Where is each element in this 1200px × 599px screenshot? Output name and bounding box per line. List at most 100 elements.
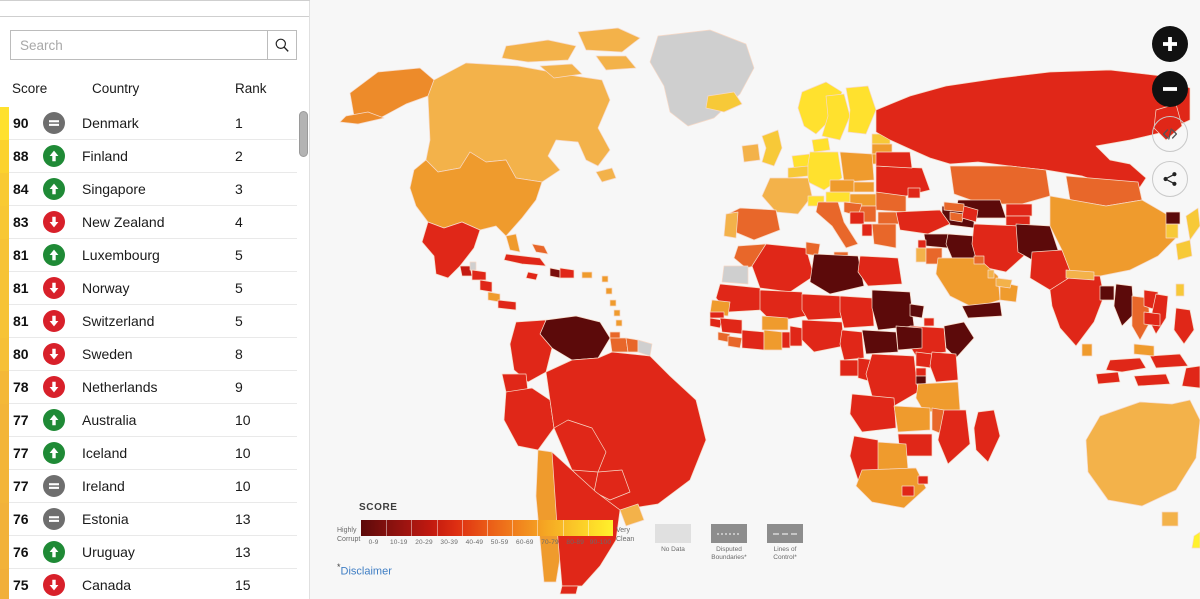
table-row[interactable]: 75 Canada 15 xyxy=(0,569,297,599)
table-row[interactable]: 81 Luxembourg 5 xyxy=(0,239,297,272)
legend-symbol-disputed: Disputed Boundaries* xyxy=(707,520,751,562)
country-western-sahara xyxy=(721,265,749,285)
cell-rank: 2 xyxy=(235,148,243,164)
country-egypt xyxy=(857,255,903,287)
cell-country: Australia xyxy=(82,412,137,428)
cell-country: New Zealand xyxy=(82,214,165,230)
cell-score: 77 xyxy=(13,412,29,428)
cell-score: 77 xyxy=(13,478,29,494)
score-color-bar xyxy=(0,569,9,599)
country-greece xyxy=(871,223,897,249)
legend-tick-label: 0-9 xyxy=(368,539,379,546)
table-row[interactable]: 81 Norway 5 xyxy=(0,272,297,305)
share-button[interactable] xyxy=(1152,161,1188,197)
trend-same-icon xyxy=(43,508,65,530)
cell-rank: 13 xyxy=(235,511,251,527)
legend-tick-label: 10-19 xyxy=(389,539,408,546)
world-choropleth-map[interactable] xyxy=(310,0,1200,599)
table-row[interactable]: 77 Ireland 10 xyxy=(0,470,297,503)
zoom-in-button[interactable] xyxy=(1152,26,1188,62)
country-eritrea xyxy=(909,303,925,319)
trend-down-icon xyxy=(43,310,65,332)
country-honduras xyxy=(471,269,487,281)
trend-up-icon xyxy=(43,244,65,266)
legend-color-bar xyxy=(361,520,613,536)
country-puerto-rico xyxy=(581,271,593,279)
legend-symbol-label: Lines of Control* xyxy=(773,546,797,561)
country-kyrgyzstan xyxy=(1005,203,1033,217)
cell-country: Uruguay xyxy=(82,544,135,560)
country-belarus xyxy=(875,151,913,169)
country-qatar xyxy=(987,269,995,279)
country-burkina-faso xyxy=(761,315,789,331)
table-row[interactable]: 84 Singapore 3 xyxy=(0,173,297,206)
list-scrollbar[interactable] xyxy=(299,107,308,599)
legend-swatch-nodata xyxy=(655,524,691,543)
country-suriname xyxy=(625,337,639,353)
cell-score: 76 xyxy=(13,544,29,560)
country-albania xyxy=(861,223,873,237)
cell-rank: 10 xyxy=(235,478,251,494)
cell-rank: 1 xyxy=(235,115,243,131)
trend-same-icon xyxy=(43,475,65,497)
legend-tick-labels: 0-9 10-19 20-29 30-39 40-49 50-59 60-69 70-79 80… xyxy=(361,539,613,546)
table-row[interactable]: 76 Estonia 13 xyxy=(0,503,297,536)
search-button[interactable] xyxy=(267,31,296,59)
list-scrollbar-thumb[interactable] xyxy=(299,111,308,157)
zoom-out-button[interactable] xyxy=(1152,71,1188,107)
column-header-country[interactable]: Country xyxy=(82,81,235,96)
table-row[interactable]: 81 Switzerland 5 xyxy=(0,305,297,338)
legend-tick-label: 60-69 xyxy=(516,539,534,546)
world-map-panel[interactable]: SCORE Highly Corrupt 0-9 10-19 20-29 30-39 40… xyxy=(310,0,1200,599)
table-row[interactable]: 76 Uruguay 13 xyxy=(0,536,297,569)
search-icon xyxy=(275,38,289,52)
country-lesotho xyxy=(901,485,915,497)
country-bosnia xyxy=(849,211,865,225)
disclaimer-link[interactable]: *Disclaimer xyxy=(337,562,392,578)
search-input[interactable] xyxy=(11,31,267,59)
table-row[interactable]: 83 New Zealand 4 xyxy=(0,206,297,239)
embed-button[interactable] xyxy=(1152,116,1188,152)
score-color-bar xyxy=(0,305,9,338)
table-row[interactable]: 80 Sweden 8 xyxy=(0,338,297,371)
cell-country: Ireland xyxy=(82,478,125,494)
table-row[interactable]: 77 Iceland 10 xyxy=(0,437,297,470)
country-cambodia xyxy=(1143,311,1161,327)
country-kuwait xyxy=(973,255,985,265)
country-belize xyxy=(469,261,477,271)
column-header-score[interactable]: Score xyxy=(10,81,82,96)
cell-score: 76 xyxy=(13,511,29,527)
country-uae xyxy=(995,277,1013,289)
cell-score: 77 xyxy=(13,445,29,461)
cell-score: 84 xyxy=(13,181,29,197)
legend-left-label: Highly Corrupt xyxy=(337,527,361,543)
cell-rank: 3 xyxy=(235,181,243,197)
cell-score: 75 xyxy=(13,577,29,593)
country-slovakia xyxy=(853,181,875,193)
search-bar[interactable] xyxy=(10,30,297,60)
table-row[interactable]: 88 Finland 2 xyxy=(0,140,297,173)
trend-up-icon xyxy=(43,178,65,200)
cell-country: Netherlands xyxy=(82,379,158,395)
legend-swatch-disputed xyxy=(711,524,747,543)
legend-symbols: No Data Disputed Boundaries* Lines of Cont… xyxy=(651,520,807,562)
cell-rank: 8 xyxy=(235,346,243,362)
map-legend: SCORE Highly Corrupt 0-9 10-19 20-29 30-39 40… xyxy=(337,502,807,562)
legend-tick-label: 20-29 xyxy=(415,539,433,546)
map-controls xyxy=(1152,26,1188,197)
table-row[interactable]: 90 Denmark 1 xyxy=(0,107,297,140)
country-lebanon xyxy=(917,239,927,249)
minus-icon xyxy=(1163,87,1177,91)
country-kazakhstan xyxy=(949,165,1051,205)
country-georgia xyxy=(943,201,965,213)
disclaimer-label: Disclaimer xyxy=(340,566,392,578)
country-belgium xyxy=(787,165,809,179)
country-czechia xyxy=(829,179,855,193)
table-column-headers: Score Country Rank xyxy=(10,72,297,104)
table-row[interactable]: 77 Australia 10 xyxy=(0,404,297,437)
trend-same-icon xyxy=(43,112,65,134)
trend-down-icon xyxy=(43,376,65,398)
column-header-rank[interactable]: Rank xyxy=(235,81,297,96)
table-row[interactable]: 78 Netherlands 9 xyxy=(0,371,297,404)
cell-score: 78 xyxy=(13,379,29,395)
